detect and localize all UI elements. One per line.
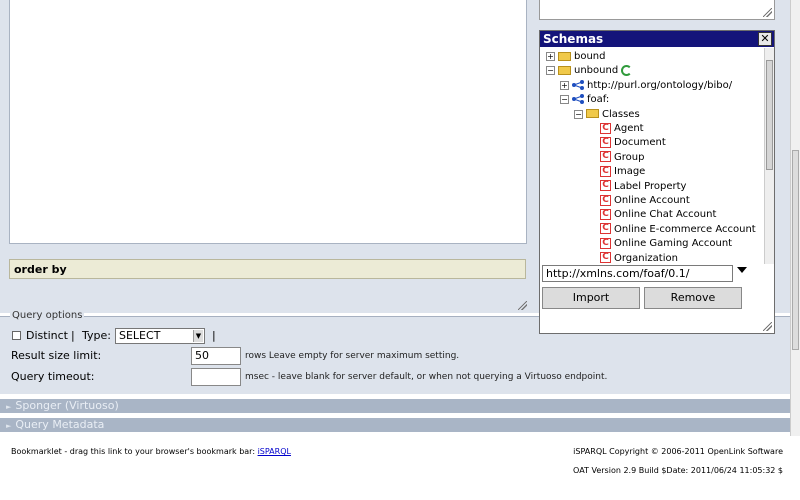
schema-tree-label: unbound — [574, 65, 619, 77]
query-editor-pane[interactable] — [9, 0, 527, 244]
class-icon: C — [600, 252, 611, 264]
class-icon: C — [600, 208, 611, 220]
expand-arrow-icon: ► — [6, 422, 12, 430]
schema-tree-item[interactable]: C Agent — [600, 122, 644, 136]
folder-icon — [558, 51, 571, 61]
tree-toggle-icon[interactable]: + — [546, 52, 555, 61]
schema-tree-label: Classes — [602, 108, 640, 120]
class-icon: C — [600, 223, 611, 235]
editor-resize-icon[interactable] — [518, 301, 527, 310]
chevron-down-icon[interactable]: ▼ — [193, 330, 203, 342]
sponger-section-title: Sponger (Virtuoso) — [15, 399, 119, 412]
distinct-checkbox[interactable] — [12, 331, 21, 340]
panel-resize-icon[interactable] — [763, 8, 772, 17]
class-icon: C — [600, 194, 611, 206]
sponger-section-header[interactable]: ► Sponger (Virtuoso) — [0, 399, 790, 413]
namespace-input[interactable]: http://xmlns.com/foaf/0.1/ — [542, 265, 733, 282]
schema-tree-item[interactable]: C Online E-commerce Account — [600, 223, 756, 237]
schema-tree-item[interactable]: C Organization — [600, 252, 678, 264]
schema-tree-scroll-thumb[interactable] — [766, 60, 773, 170]
namespace-icon — [572, 94, 584, 105]
namespace-icon — [572, 79, 584, 90]
schema-tree-label: Document — [614, 137, 666, 149]
query-type-value: SELECT — [119, 329, 161, 342]
timeout-hint: msec - leave blank for server default, o… — [245, 372, 608, 382]
class-icon: C — [600, 136, 611, 148]
bookmarklet-caption: Bookmarklet - drag this link to your bro… — [11, 447, 256, 456]
schema-tree-item[interactable]: C Document — [600, 136, 666, 150]
schema-tree-label: Online E-commerce Account — [614, 223, 756, 235]
remove-button[interactable]: Remove — [644, 287, 742, 309]
copyright-text: iSPARQL Copyright © 2006-2011 OpenLink S… — [573, 447, 783, 456]
query-type-select[interactable]: SELECT ▼ — [115, 328, 205, 344]
metadata-section-header[interactable]: ► Query Metadata — [0, 418, 790, 432]
schema-tree-item[interactable]: http://purl.org/ontology/bibo/ — [572, 79, 732, 93]
schema-tree-label: Online Account — [614, 195, 690, 206]
query-options-legend: Query options — [10, 310, 85, 321]
schema-tree-item[interactable]: bound — [558, 50, 606, 64]
tree-toggle-icon[interactable]: − — [574, 109, 583, 119]
schemas-title: Schemas — [543, 32, 604, 46]
bookmarklet-text: Bookmarklet - drag this link to your bro… — [11, 447, 291, 456]
page-scrollbar-thumb[interactable] — [792, 150, 799, 350]
separator: | — [212, 329, 216, 342]
footer: Bookmarklet - drag this link to your bro… — [0, 436, 800, 500]
result-limit-label: Result size limit: — [11, 349, 102, 362]
upper-panel — [539, 0, 775, 20]
order-by-label: order by — [14, 263, 67, 276]
bookmarklet-link[interactable]: iSPARQL — [258, 447, 291, 456]
distinct-label: Distinct — [26, 329, 68, 342]
schema-tree-label: Image — [614, 166, 646, 178]
schema-tree-item[interactable]: foaf: — [572, 93, 609, 107]
schema-tree-label: Agent — [614, 123, 644, 134]
schema-tree-item[interactable]: C Online Chat Account — [600, 208, 716, 222]
order-by-bar[interactable]: order by — [9, 259, 526, 279]
version-text: OAT Version 2.9 Build $Date: 2011/06/24 … — [573, 466, 783, 475]
page-scrollbar[interactable] — [790, 0, 800, 436]
schema-tree-label: Label Property — [614, 180, 687, 192]
metadata-section-title: Query Metadata — [15, 418, 105, 431]
timeout-label: Query timeout: — [11, 370, 95, 383]
schema-tree-item[interactable]: C Online Gaming Account — [600, 237, 732, 251]
tree-toggle-icon[interactable]: − — [560, 95, 569, 105]
tree-toggle-icon[interactable]: + — [560, 80, 569, 90]
class-icon: C — [600, 151, 611, 163]
schema-tree-label: http://purl.org/ontology/bibo/ — [587, 79, 733, 91]
schema-tree-label: Online Gaming Account — [614, 238, 733, 250]
type-label: Type: — [82, 329, 111, 342]
close-icon[interactable]: ✕ — [758, 32, 772, 46]
folder-icon — [586, 109, 599, 119]
schemas-title-bar[interactable]: Schemas — [540, 31, 774, 47]
schema-tree-item[interactable]: C Group — [600, 151, 644, 165]
schema-tree-label: bound — [574, 51, 606, 62]
schema-tree-item[interactable]: C Label Property — [600, 180, 686, 194]
schema-tree-item[interactable]: Classes — [586, 108, 640, 122]
schema-tree-label: Online Chat Account — [614, 209, 717, 221]
schema-tree-label: Group — [614, 151, 645, 163]
schema-tree-label: Organization — [614, 252, 678, 264]
class-icon: C — [600, 180, 611, 192]
import-button[interactable]: Import — [542, 287, 640, 309]
schema-tree-item[interactable]: C Image — [600, 165, 645, 179]
schema-tree-label: foaf: — [587, 94, 610, 106]
schemas-resize-icon[interactable] — [763, 322, 772, 331]
class-icon: C — [600, 122, 611, 134]
namespace-dropdown-icon[interactable] — [737, 267, 747, 273]
schema-tree: + bound − unbound + http://purl.org/ontology/… — [540, 48, 764, 264]
schema-tree-item[interactable]: C Online Account — [600, 194, 690, 208]
schemas-window: Schemas ✕ + bound − unbound + http://purl.org… — [539, 30, 775, 334]
refresh-icon[interactable] — [621, 64, 633, 76]
tree-toggle-icon[interactable]: − — [546, 66, 555, 76]
result-limit-hint: rows Leave empty for server maximum sett… — [245, 351, 460, 361]
schema-tree-item[interactable]: unbound — [558, 64, 633, 78]
separator: | — [71, 329, 75, 342]
expand-arrow-icon: ► — [6, 403, 12, 411]
timeout-input[interactable] — [191, 368, 241, 386]
result-limit-input[interactable]: 50 — [191, 347, 241, 365]
class-icon: C — [600, 237, 611, 249]
schema-tree-scrollbar[interactable] — [764, 48, 774, 264]
class-icon: C — [600, 165, 611, 177]
folder-icon — [558, 65, 571, 75]
